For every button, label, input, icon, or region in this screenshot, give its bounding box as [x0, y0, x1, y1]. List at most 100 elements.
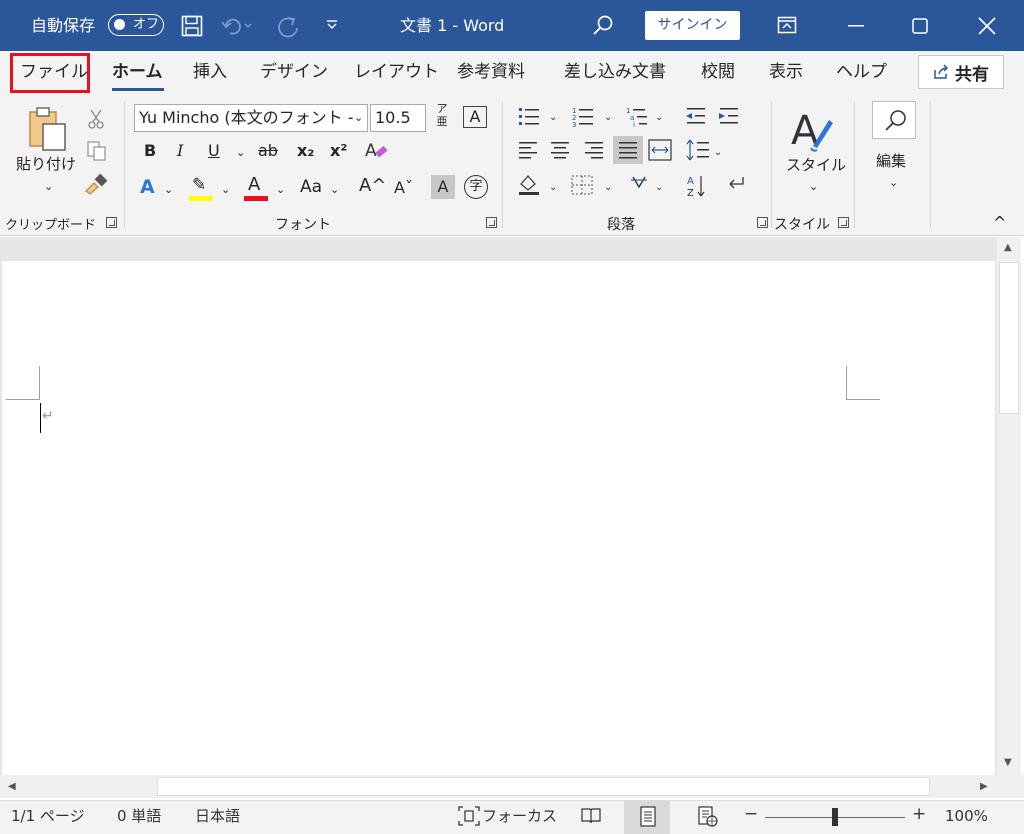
paste-label[interactable]: 貼り付け — [16, 154, 76, 174]
font-color-dropdown-icon[interactable]: ⌄ — [276, 180, 285, 200]
tab-layout[interactable]: レイアウト — [354, 61, 439, 83]
styles-icon[interactable]: A — [789, 104, 835, 154]
page-count[interactable]: 1/1 ページ — [11, 806, 85, 826]
strikethrough-button[interactable]: ab — [258, 141, 278, 161]
ribbon-display-options-icon[interactable] — [777, 16, 797, 34]
maximize-button[interactable] — [890, 0, 950, 51]
read-mode-icon[interactable] — [580, 806, 602, 826]
svg-text:Z: Z — [687, 188, 694, 199]
format-painter-icon[interactable] — [84, 173, 110, 195]
enclose-characters-button[interactable]: 字 — [464, 175, 488, 199]
minimize-button[interactable] — [826, 0, 886, 51]
subscript-button[interactable]: x₂ — [297, 141, 314, 161]
font-name-value: Yu Mincho (本文のフォント - — [139, 108, 354, 127]
autosave-state: オフ — [133, 17, 160, 32]
language-indicator[interactable]: 日本語 — [195, 806, 240, 826]
svg-text:⌄: ⌄ — [549, 182, 557, 193]
italic-button[interactable]: I — [177, 141, 183, 161]
tab-design[interactable]: デザイン — [260, 61, 328, 83]
highlight-dropdown-icon[interactable]: ⌄ — [221, 180, 230, 200]
search-icon[interactable] — [592, 14, 614, 36]
customize-qat-icon[interactable] — [325, 19, 339, 31]
paragraph-mark-icon: ↵ — [42, 408, 54, 424]
print-layout-icon[interactable] — [638, 806, 658, 828]
document-page[interactable] — [2, 261, 995, 775]
font-size-value: 10.5 — [375, 108, 411, 127]
change-case-dropdown-icon[interactable]: ⌄ — [330, 180, 339, 200]
word-count[interactable]: 0 単語 — [117, 806, 161, 826]
svg-text:⌄: ⌄ — [604, 112, 612, 123]
align-right-icon — [585, 142, 603, 159]
font-launcher-icon[interactable] — [486, 217, 497, 228]
tab-mailings[interactable]: 差し込み文書 — [564, 61, 666, 83]
styles-dropdown-icon[interactable]: ⌄ — [809, 177, 818, 197]
tab-home[interactable]: ホーム — [112, 61, 163, 83]
focus-label[interactable]: フォーカス — [482, 806, 557, 826]
zoom-level[interactable]: 100% — [945, 806, 988, 826]
paste-dropdown-icon[interactable]: ⌄ — [44, 177, 53, 197]
highlight-button[interactable]: ✎ — [192, 175, 206, 195]
font-name-dropdown-icon[interactable]: ⌄ — [354, 108, 363, 128]
numbering-icon: 1 2 3 — [572, 107, 593, 129]
font-name-combo[interactable]: Yu Mincho (本文のフォント - — [134, 104, 368, 132]
align-left-icon — [519, 142, 537, 159]
styles-launcher-icon[interactable] — [838, 217, 849, 228]
styles-group-label: スタイル — [774, 217, 830, 233]
paragraph-launcher-icon[interactable] — [757, 217, 768, 228]
character-shading-button[interactable]: A — [431, 175, 455, 199]
cut-icon[interactable] — [86, 108, 106, 130]
vertical-scroll-thumb[interactable] — [999, 262, 1019, 414]
scroll-left-icon[interactable]: ◀ — [8, 781, 16, 792]
group-separator — [854, 102, 855, 228]
copy-icon[interactable] — [86, 140, 108, 162]
asian-layout-icon — [631, 176, 647, 189]
grow-font-button[interactable]: A^ — [359, 176, 386, 196]
scroll-up-icon[interactable]: ▲ — [1004, 242, 1012, 253]
zoom-out-button[interactable]: − — [744, 804, 758, 824]
distributed-icon — [648, 139, 672, 161]
font-group-label: フォント — [275, 217, 331, 233]
horizontal-scroll-thumb[interactable] — [157, 777, 930, 796]
underline-dropdown-icon[interactable]: ⌄ — [236, 143, 245, 163]
tab-view[interactable]: 表示 — [769, 61, 803, 83]
web-layout-icon[interactable] — [697, 806, 719, 828]
phonetic-guide-button[interactable]: ア 亜 — [432, 102, 452, 132]
bold-button[interactable]: B — [144, 141, 156, 161]
scroll-right-icon[interactable]: ▶ — [980, 781, 988, 792]
font-color-button[interactable]: A — [248, 175, 260, 195]
tab-help[interactable]: ヘルプ — [836, 61, 887, 83]
borders-icon — [571, 175, 593, 195]
text-effects-dropdown-icon[interactable]: ⌄ — [164, 180, 173, 200]
save-icon[interactable] — [181, 15, 203, 37]
character-border-button[interactable]: A — [463, 106, 487, 128]
collapse-ribbon-icon[interactable]: ^ — [993, 213, 1006, 233]
scroll-down-icon[interactable]: ▼ — [1004, 757, 1012, 768]
focus-icon[interactable] — [458, 806, 480, 826]
underline-button[interactable]: U — [208, 141, 220, 161]
svg-text:⌄: ⌄ — [549, 112, 557, 123]
autosave-toggle[interactable]: オフ — [108, 14, 164, 36]
shrink-font-button[interactable]: Aˇ — [394, 178, 413, 198]
editing-label[interactable]: 編集 — [876, 151, 906, 171]
editing-button[interactable] — [872, 101, 916, 139]
undo-icon[interactable] — [220, 15, 254, 37]
signin-button[interactable]: サインイン — [645, 11, 740, 40]
tab-insert[interactable]: 挿入 — [193, 61, 227, 83]
clipboard-launcher-icon[interactable] — [106, 217, 117, 228]
redo-icon[interactable] — [275, 14, 301, 38]
font-size-combo[interactable]: 10.5 — [370, 104, 426, 132]
zoom-in-button[interactable]: + — [912, 804, 926, 824]
superscript-button[interactable]: x² — [330, 141, 347, 161]
tab-references[interactable]: 参考資料 — [457, 61, 525, 83]
styles-label[interactable]: スタイル — [786, 155, 846, 175]
change-case-button[interactable]: Aa — [300, 177, 322, 197]
group-separator — [771, 102, 772, 228]
share-button[interactable]: 共有 — [918, 55, 1004, 89]
clear-formatting-icon[interactable]: A — [364, 139, 390, 163]
text-effects-button[interactable]: A — [140, 177, 155, 197]
tab-review[interactable]: 校閲 — [701, 61, 735, 83]
zoom-slider-thumb[interactable] — [832, 808, 838, 826]
paste-icon[interactable] — [28, 106, 72, 154]
close-button[interactable] — [957, 0, 1017, 51]
editing-dropdown-icon[interactable]: ⌄ — [889, 173, 898, 193]
